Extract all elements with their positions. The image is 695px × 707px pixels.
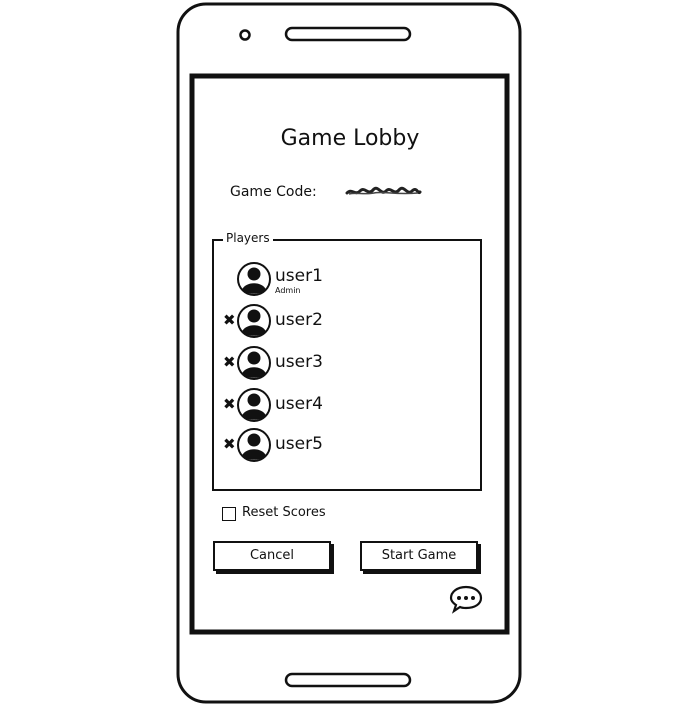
player-name: user5 <box>275 434 323 454</box>
remove-player-icon[interactable]: ✖ <box>223 397 236 412</box>
player-role-badge: Admin <box>275 286 301 295</box>
page-title: Game Lobby <box>280 126 420 151</box>
start-game-button[interactable]: Start Game <box>360 541 478 571</box>
user-avatar-icon <box>237 304 271 338</box>
user-avatar-icon <box>237 262 271 296</box>
player-row: ✖ user3 <box>222 344 472 382</box>
player-name: user3 <box>275 352 323 372</box>
player-row: ✖ user2 <box>222 302 472 340</box>
player-name: user2 <box>275 310 323 330</box>
players-list: user1 Admin ✖ user2 ✖ user3 ✖ user4 ✖ us… <box>222 260 472 480</box>
game-code-value-scribble <box>345 186 422 195</box>
player-row: user1 Admin <box>222 260 472 298</box>
reset-scores-label: Reset Scores <box>242 505 326 520</box>
players-legend: Players <box>223 231 273 245</box>
user-avatar-icon <box>237 428 271 462</box>
remove-player-icon[interactable]: ✖ <box>223 313 236 328</box>
player-name: user4 <box>275 394 323 414</box>
remove-player-icon[interactable]: ✖ <box>223 437 236 452</box>
chat-bubble-icon[interactable] <box>448 584 484 614</box>
player-row: ✖ user5 <box>222 426 472 464</box>
player-name: user1 <box>275 266 323 286</box>
cancel-button[interactable]: Cancel <box>213 541 331 571</box>
user-avatar-icon <box>237 346 271 380</box>
front-camera-icon <box>239 29 251 41</box>
player-row: ✖ user4 <box>222 386 472 424</box>
remove-player-icon[interactable]: ✖ <box>223 355 236 370</box>
reset-scores-checkbox[interactable] <box>222 507 236 521</box>
user-avatar-icon <box>237 388 271 422</box>
game-code-label: Game Code: <box>230 184 317 200</box>
